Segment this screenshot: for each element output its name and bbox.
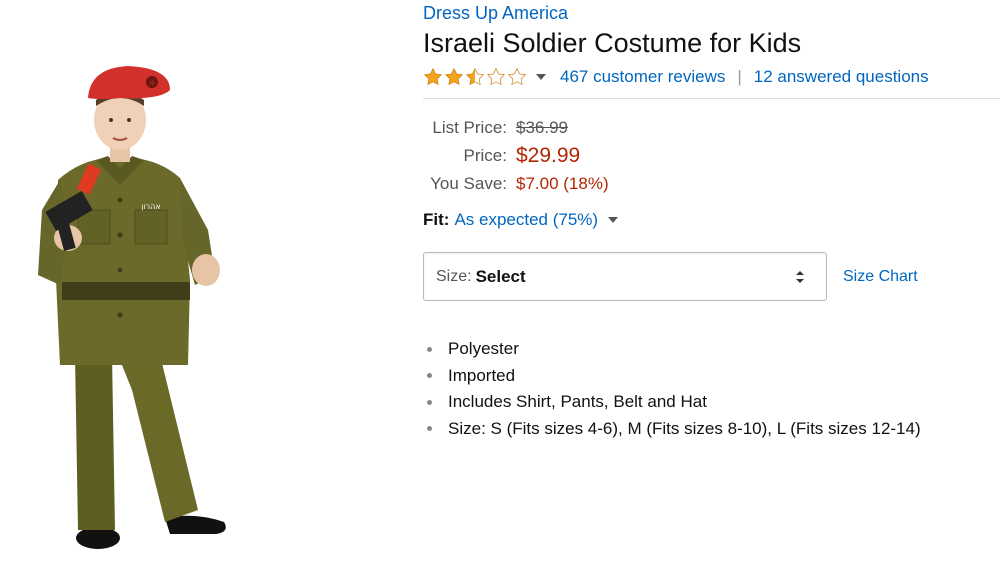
beret-insignia: ☼: [148, 79, 156, 89]
price-row: Price: $29.99: [423, 142, 609, 170]
list-item: Size: S (Fits sizes 4-6), M (Fits sizes …: [423, 416, 921, 443]
list-item: Polyester: [423, 336, 921, 363]
list-price-label: List Price:: [432, 118, 507, 137]
name-tag-text: אהרון: [141, 202, 160, 211]
list-price-row: List Price: $36.99: [423, 114, 609, 142]
price-value: $29.99: [516, 144, 581, 167]
fit-label: Fit:: [423, 210, 450, 229]
bullet-dot-icon: [427, 373, 432, 379]
customer-reviews-link[interactable]: 467 customer reviews: [560, 67, 725, 87]
product-image[interactable]: אהרון ☼: [20, 60, 260, 560]
soldier-costume-illustration: אהרון ☼: [38, 66, 226, 549]
price-label: Price:: [463, 146, 507, 165]
price-block: List Price: $36.99 Price: $29.99 You Sav…: [423, 114, 609, 198]
savings-label: You Save:: [430, 174, 507, 193]
rating-dropdown-caret-icon[interactable]: [536, 74, 546, 80]
fit-value-link[interactable]: As expected (75%): [454, 210, 598, 230]
list-item: Includes Shirt, Pants, Belt and Hat: [423, 389, 921, 416]
star-empty-icon: [507, 67, 527, 86]
bullet-dot-icon: [427, 346, 432, 352]
star-rating[interactable]: [423, 67, 528, 87]
feature-bullets: Polyester Imported Includes Shirt, Pants…: [423, 336, 921, 442]
savings-row: You Save: $7.00 (18%): [423, 170, 609, 198]
size-select-value: Select: [475, 266, 526, 286]
size-select[interactable]: Size: Select: [423, 252, 827, 301]
answered-questions-link[interactable]: 12 answered questions: [754, 67, 929, 87]
rating-row: 467 customer reviews | 12 answered quest…: [423, 64, 929, 90]
bullet-dot-icon: [427, 426, 432, 432]
product-title: Israeli Soldier Costume for Kids: [423, 28, 802, 58]
bullet-text: Includes Shirt, Pants, Belt and Hat: [448, 392, 707, 412]
size-chart-link[interactable]: Size Chart: [843, 268, 918, 286]
star-full-icon: [444, 67, 464, 86]
star-full-icon: [423, 67, 443, 86]
star-half-icon: [465, 67, 485, 86]
bullet-text: Imported: [448, 365, 516, 385]
bullet-text: Size: S (Fits sizes 4-6), M (Fits sizes …: [448, 418, 921, 438]
list-price-value: $36.99: [516, 118, 568, 137]
bullet-dot-icon: [427, 399, 432, 405]
star-empty-icon: [486, 67, 506, 86]
size-select-label: Size:: [436, 267, 472, 285]
rating-separator: |: [737, 67, 742, 86]
select-updown-arrows-icon: [796, 271, 804, 283]
savings-value: $7.00 (18%): [516, 174, 609, 193]
divider: [423, 98, 1000, 99]
fit-dropdown-caret-icon[interactable]: [608, 217, 619, 223]
bullet-text: Polyester: [448, 339, 519, 359]
list-item: Imported: [423, 363, 921, 390]
fit-row: Fit: As expected (75%): [423, 210, 632, 230]
brand-link[interactable]: Dress Up America: [423, 3, 568, 24]
